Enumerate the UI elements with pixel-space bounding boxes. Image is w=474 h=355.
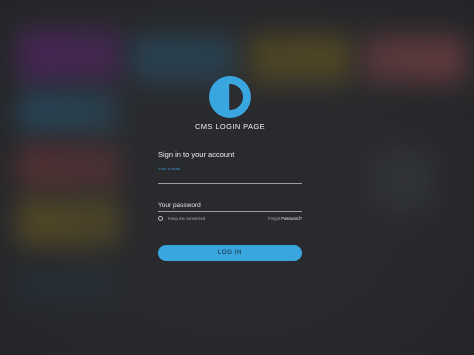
login-panel bbox=[209, 76, 251, 118]
radio-circle-icon[interactable] bbox=[158, 215, 163, 221]
login-options-row: Keep me connected Forgot Password? bbox=[158, 214, 302, 222]
half-circle-logo-icon bbox=[209, 76, 251, 118]
password-input[interactable] bbox=[158, 199, 302, 212]
signin-heading: Sign in to your account bbox=[158, 150, 235, 159]
forgot-password-link[interactable]: Password? bbox=[281, 216, 302, 221]
forgot-prefix: Forgot bbox=[268, 215, 281, 221]
page-title: CMS LOGIN PAGE bbox=[194, 122, 266, 131]
email-field-group: Your e-mail bbox=[158, 166, 302, 184]
keep-connected-toggle[interactable]: Keep me connected bbox=[158, 215, 206, 221]
login-button[interactable]: LOG IN bbox=[158, 245, 302, 261]
email-input[interactable] bbox=[158, 171, 302, 184]
keep-connected-label: Keep me connected bbox=[168, 215, 206, 221]
password-field-group bbox=[158, 199, 302, 212]
forgot-password: Forgot Password? bbox=[268, 216, 302, 221]
